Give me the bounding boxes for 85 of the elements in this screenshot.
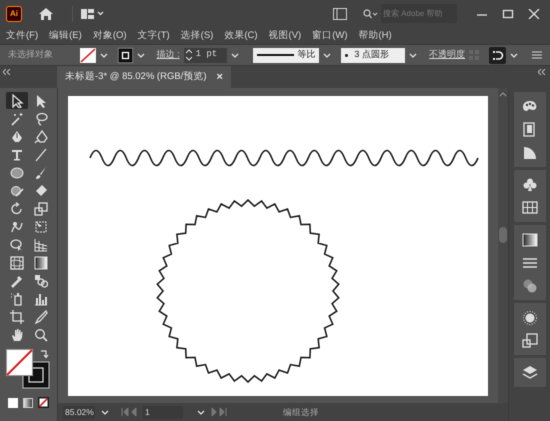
collapse-icon[interactable] [538, 69, 546, 75]
free-transform-icon[interactable] [34, 220, 48, 234]
artboard-icon[interactable] [10, 310, 24, 324]
club-icon[interactable] [522, 177, 538, 193]
menu-item[interactable]: 效果(C) [224, 30, 258, 40]
stroke-swatch-icon[interactable] [118, 48, 133, 62]
menu-item[interactable]: 视图(V) [268, 30, 302, 40]
graph-icon[interactable] [34, 292, 48, 306]
menu-item[interactable]: 对象(O) [92, 30, 127, 40]
rotate-icon[interactable] [10, 202, 24, 216]
caret-icon[interactable] [409, 52, 418, 58]
caret-icon[interactable] [510, 52, 518, 58]
home-icon[interactable] [38, 6, 54, 20]
zoom-icon[interactable] [34, 328, 48, 342]
close-icon[interactable] [528, 8, 540, 18]
blend-icon[interactable] [34, 274, 48, 288]
perspective-grid-icon[interactable] [34, 238, 48, 252]
document-icon[interactable] [522, 122, 538, 138]
caret-icon[interactable] [100, 52, 108, 58]
fill-color-icon[interactable] [6, 349, 32, 376]
menu-item[interactable]: 窗口(W) [312, 30, 348, 40]
menu-item[interactable]: 文字(T) [138, 30, 170, 40]
menu-item[interactable]: 编辑(E) [49, 30, 82, 40]
type-icon[interactable] [10, 148, 24, 162]
eyedropper-icon[interactable] [10, 274, 24, 288]
spinner-icon [186, 49, 192, 61]
caret-icon[interactable] [197, 408, 205, 416]
none-mode-icon[interactable] [38, 397, 49, 408]
curvature-pen-icon[interactable] [34, 130, 48, 144]
zoom-field[interactable]: 85.02% [63, 406, 95, 418]
tab-close-button[interactable]: × [216, 68, 223, 86]
stroke-label[interactable]: 描边 : [156, 48, 180, 62]
hand-icon[interactable] [10, 328, 24, 342]
pen-icon[interactable] [10, 130, 24, 144]
mesh-icon[interactable] [10, 256, 24, 270]
workspace-layout-icon[interactable] [81, 8, 105, 20]
vertical-scrollbar[interactable] [498, 88, 508, 403]
brush-dropdown[interactable]: 3 点圆形 [341, 48, 406, 62]
align-button-icon[interactable] [489, 46, 506, 64]
swatch-grid-icon[interactable] [522, 200, 538, 216]
current-tool-status: 编组选择 [283, 406, 319, 418]
stroke-lines-icon[interactable] [522, 255, 538, 271]
scroll-thumb[interactable] [499, 227, 507, 243]
lasso-icon[interactable] [34, 112, 48, 126]
scroll-up-icon[interactable] [499, 92, 507, 97]
gradient-panel-icon[interactable] [522, 232, 538, 248]
caret-icon[interactable] [136, 52, 145, 58]
app-logo: Ai [6, 6, 22, 22]
warp-icon[interactable] [10, 220, 24, 234]
search-field[interactable]: 搜索 Adobe 帮助 [381, 4, 457, 23]
search-icon[interactable] [363, 8, 379, 18]
menu-item[interactable]: 帮助(H) [358, 30, 392, 40]
panel-toggle-icon[interactable] [333, 8, 347, 20]
line-icon[interactable] [34, 148, 48, 162]
swap-arrow-icon[interactable] [38, 349, 48, 359]
gradient-mode-icon[interactable] [23, 398, 33, 408]
caret-icon[interactable] [101, 408, 109, 416]
stroke-profile-dropdown[interactable]: 等比 [253, 48, 320, 62]
color-mode-icon[interactable] [8, 398, 18, 408]
stroke-line-icon [257, 53, 294, 57]
menu-icon[interactable] [532, 51, 542, 59]
paintbrush-icon[interactable] [34, 166, 48, 180]
transparency-circles-icon[interactable] [522, 278, 538, 294]
magic-wand-icon[interactable] [10, 112, 24, 126]
collapse-icon[interactable] [3, 69, 11, 75]
artboard-field[interactable]: 1 [143, 406, 183, 418]
sunburst-icon[interactable] [522, 310, 538, 326]
fill-swatch-icon[interactable] [80, 48, 96, 62]
symbol-sprayer-icon[interactable] [10, 292, 24, 306]
document-tab[interactable]: 未标题-3* @ 85.02% (RGB/预览) × [57, 66, 231, 88]
transform-icon[interactable] [522, 333, 538, 349]
selection-arrow-icon[interactable] [10, 94, 24, 108]
scale-icon[interactable] [34, 202, 48, 216]
selection-status: 未选择对象 [8, 48, 54, 62]
dot-icon [345, 54, 348, 56]
gradient-icon[interactable] [34, 256, 48, 270]
stroke-weight-field[interactable]: 1 pt [184, 48, 228, 62]
opacity-label[interactable]: 不透明度 [429, 48, 466, 62]
caret-icon[interactable] [231, 52, 240, 58]
menu-item[interactable]: 选择(S) [180, 30, 214, 40]
layers-icon[interactable] [522, 365, 538, 381]
maximize-icon[interactable] [502, 8, 514, 18]
caret-icon[interactable] [323, 52, 332, 58]
menu-item[interactable]: 文件(F) [6, 30, 38, 40]
ellipse-icon[interactable] [10, 166, 24, 180]
